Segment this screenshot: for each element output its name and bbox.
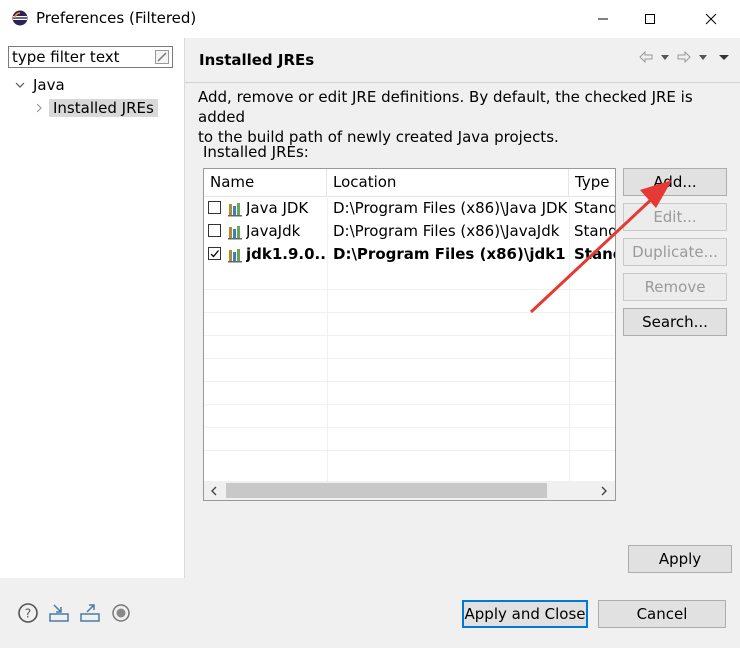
grid-line (204, 358, 615, 359)
horizontal-scrollbar[interactable] (204, 481, 615, 500)
column-header-location[interactable]: Location (327, 169, 569, 196)
search-button[interactable]: Search... (623, 308, 727, 336)
title-bar: Preferences (Filtered) (0, 0, 740, 38)
table-row[interactable]: Java JDK D:\Program Files (x86)\Java JDK… (204, 197, 616, 220)
jre-name: Java JDK (246, 199, 309, 217)
bottom-toolbar: ? (17, 602, 132, 624)
forward-arrow-icon[interactable] (676, 50, 692, 64)
table-row[interactable]: jdk1.9.0... D:\Program Files (x86)\jdk1.… (204, 243, 615, 266)
column-header-type[interactable]: Type (569, 169, 615, 196)
apply-button[interactable]: Apply (628, 545, 732, 573)
import-icon[interactable] (48, 602, 70, 624)
page-header: Installed JREs (185, 38, 740, 82)
jre-type: Stand (574, 199, 616, 217)
back-arrow-icon[interactable] (638, 50, 654, 64)
preferences-tree-pane (0, 38, 185, 578)
maximize-icon (645, 14, 655, 24)
help-icon[interactable]: ? (17, 602, 39, 624)
tree-item-installed-jres[interactable]: Installed JREs (34, 97, 158, 119)
export-icon[interactable] (79, 602, 101, 624)
page-description: Add, remove or edit JRE definitions. By … (198, 87, 728, 147)
svg-text:?: ? (25, 607, 31, 621)
view-menu-icon[interactable] (718, 52, 730, 62)
jre-location: D:\Program Files (x86)\JavaJdk (333, 222, 560, 240)
close-button[interactable] (688, 0, 734, 38)
scroll-right-icon[interactable] (599, 486, 609, 496)
cancel-button[interactable]: Cancel (598, 600, 726, 628)
installed-jres-table[interactable]: Name Location Type Java JDK D:\Program F… (203, 168, 616, 501)
jre-type: Stand (574, 222, 616, 240)
description-line-1: Add, remove or edit JRE definitions. By … (198, 88, 693, 126)
table-header: Name Location Type (204, 169, 615, 197)
tree-item-installed-jres-label: Installed JREs (49, 99, 158, 117)
row-checkbox[interactable] (208, 224, 221, 237)
duplicate-button[interactable]: Duplicate... (623, 238, 727, 266)
jre-name: JavaJdk (246, 222, 301, 240)
row-checkbox[interactable] (208, 201, 221, 214)
edit-button[interactable]: Edit... (623, 203, 727, 231)
scrollbar-thumb[interactable] (226, 483, 547, 498)
jre-location: D:\Program Files (x86)\jdk1.... (333, 245, 567, 263)
forward-dropdown-icon[interactable] (698, 52, 708, 62)
jre-library-icon (228, 203, 242, 217)
grid-line (204, 450, 615, 451)
grid-line (327, 196, 328, 481)
row-checkbox-checked[interactable] (208, 247, 221, 260)
jre-library-icon (228, 226, 242, 240)
grid-line (569, 196, 570, 481)
jre-location: D:\Program Files (x86)\Java JDK (333, 199, 567, 217)
maximize-button[interactable] (627, 0, 673, 38)
page-navigation (638, 50, 730, 64)
filter-input-text: type filter text (12, 48, 120, 66)
add-button[interactable]: Add... (623, 168, 727, 196)
close-icon (705, 13, 717, 25)
chevron-right-icon (36, 103, 42, 113)
scroll-left-icon[interactable] (209, 486, 219, 496)
tree-item-java-label: Java (33, 76, 65, 94)
header-divider (185, 82, 740, 83)
installed-jres-label: Installed JREs: (203, 143, 309, 161)
window-title: Preferences (Filtered) (36, 9, 197, 27)
column-header-name[interactable]: Name (204, 169, 327, 196)
jre-name: jdk1.9.0... (246, 245, 326, 263)
filter-input[interactable]: type filter text (8, 46, 173, 68)
record-icon[interactable] (110, 602, 132, 624)
chevron-down-icon[interactable] (14, 79, 26, 91)
grid-line (204, 404, 615, 405)
clear-filter-icon[interactable] (155, 50, 169, 64)
grid-line (204, 289, 615, 290)
grid-line (204, 381, 615, 382)
eclipse-icon (12, 10, 28, 26)
table-row[interactable]: JavaJdk D:\Program Files (x86)\JavaJdk S… (204, 220, 616, 243)
checkmark-icon (210, 250, 219, 258)
jre-type: Stand (574, 245, 615, 263)
jre-library-icon (228, 249, 242, 263)
grid-line (204, 427, 615, 428)
grid-line (204, 312, 615, 313)
back-dropdown-icon[interactable] (660, 52, 670, 62)
page-title: Installed JREs (199, 51, 315, 69)
minimize-button[interactable] (580, 0, 626, 38)
grid-line (204, 335, 615, 336)
minimize-icon (598, 18, 608, 20)
apply-and-close-button[interactable]: Apply and Close (462, 600, 588, 628)
remove-button[interactable]: Remove (623, 273, 727, 301)
tree-item-java[interactable]: Java (14, 74, 65, 96)
